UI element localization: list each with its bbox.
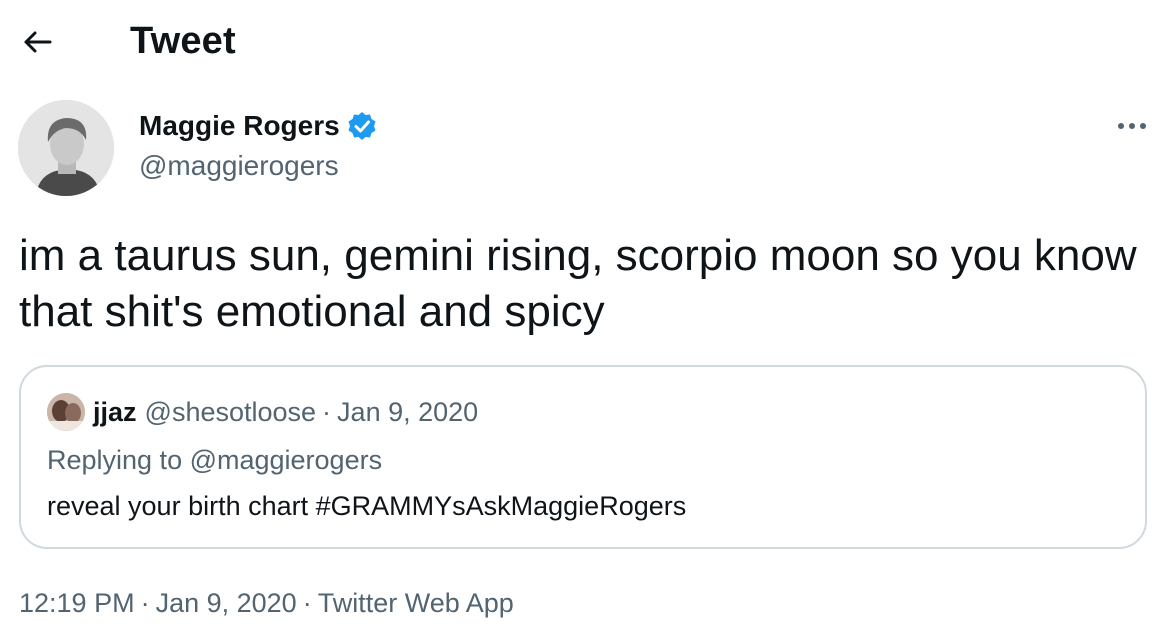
tweet-text: im a taurus sun, gemini rising, scorpio … xyxy=(19,231,1137,336)
quoted-tweet-header: jjaz @shesotloose · Jan 9, 2020 xyxy=(47,393,478,431)
tweet-header: Tweet xyxy=(0,0,1174,88)
page-title: Tweet xyxy=(130,20,236,62)
quoted-replying-to: Replying to @maggierogers xyxy=(47,445,383,475)
quoted-tweet-text: reveal your birth chart #GRAMMYsAskMaggi… xyxy=(47,491,687,521)
more-button[interactable] xyxy=(1112,110,1152,142)
author-handle[interactable]: @maggierogers xyxy=(139,150,339,182)
author-avatar[interactable] xyxy=(18,100,114,196)
quoted-date: Jan 9, 2020 xyxy=(337,396,479,427)
author-name[interactable]: Maggie Rogers xyxy=(139,110,340,142)
tweet-metadata: 12:19 PM · Jan 9, 2020 · Twitter Web App xyxy=(19,588,514,619)
arrow-left-icon xyxy=(24,31,52,53)
quoted-author-name: jjaz xyxy=(93,396,137,427)
quoted-author-avatar xyxy=(47,393,85,431)
tweet-date[interactable]: Jan 9, 2020 xyxy=(156,588,297,618)
quoted-separator: · xyxy=(322,396,332,427)
verified-badge-icon xyxy=(346,110,378,142)
more-horizontal-icon xyxy=(1118,123,1146,129)
back-button[interactable] xyxy=(18,22,58,62)
quoted-tweet-card[interactable]: jjaz @shesotloose · Jan 9, 2020 Replying… xyxy=(19,365,1147,549)
tweet-time[interactable]: 12:19 PM xyxy=(19,588,135,618)
author-name-row: Maggie Rogers xyxy=(139,110,378,142)
tweet-source[interactable]: Twitter Web App xyxy=(318,588,514,618)
meta-separator: · xyxy=(302,588,312,618)
quoted-author-handle: @shesotloose xyxy=(144,396,317,427)
meta-separator: · xyxy=(140,588,150,618)
avatar-image xyxy=(18,100,114,196)
